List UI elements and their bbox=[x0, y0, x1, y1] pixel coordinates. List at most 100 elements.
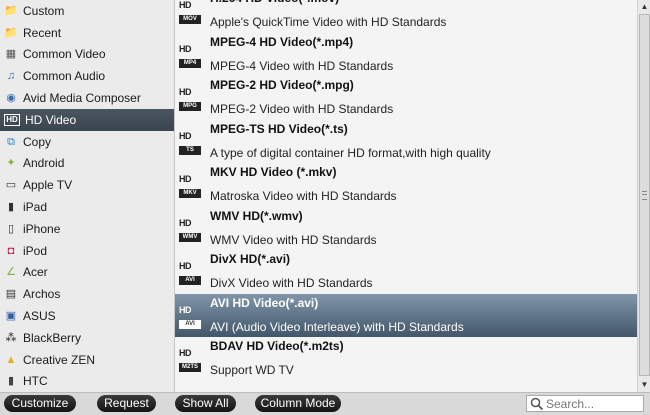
show-all-button[interactable]: Show All bbox=[175, 395, 236, 412]
htc-icon: ▮ bbox=[7, 375, 15, 388]
hd-badge-text: HD bbox=[179, 43, 192, 54]
acer-icon: ∠ bbox=[6, 266, 16, 279]
category-item[interactable]: ▲ Creative ZEN bbox=[0, 349, 174, 371]
category-label: Common Video bbox=[23, 47, 106, 62]
category-item[interactable]: ▣ ASUS bbox=[0, 305, 174, 327]
asus-icon: ▣ bbox=[5, 310, 17, 323]
category-label: HD Video bbox=[25, 112, 77, 127]
category-item[interactable]: ◘ iPod bbox=[0, 240, 174, 262]
music-note-icon: ♫ bbox=[6, 70, 16, 83]
hd-video-format-icon: HD WMV bbox=[179, 218, 201, 242]
format-item[interactable]: HD MPG MPEG-2 HD Video(*.mpg) MPEG-2 Video … bbox=[175, 76, 637, 120]
format-title: MPEG-4 HD Video(*.mp4) bbox=[210, 34, 354, 49]
category-item[interactable]: ∠ Acer bbox=[0, 262, 174, 284]
category-item[interactable]: ⧉ Copy bbox=[0, 131, 174, 153]
format-item[interactable]: HD AVI DivX HD(*.avi) DivX Video with HD St… bbox=[175, 250, 637, 294]
format-tag: MKV bbox=[179, 189, 201, 198]
category-item[interactable]: ⁂ BlackBerry bbox=[0, 327, 174, 349]
category-label: iPad bbox=[23, 200, 48, 215]
hd-video-format-icon: HD MOV bbox=[179, 0, 201, 24]
category-label: Android bbox=[23, 156, 65, 171]
category-sidebar: 📁 Custom 📁 Recent ▦ Common Video ♫ Common Audio… bbox=[0, 0, 175, 392]
ipod-icon: ◘ bbox=[7, 244, 15, 257]
scroll-up-arrow-icon[interactable]: ▲ bbox=[638, 0, 650, 13]
format-title: DivX HD(*.avi) bbox=[210, 252, 291, 266]
format-tag: AVI bbox=[179, 319, 201, 329]
format-tag: TS bbox=[179, 145, 201, 155]
category-item[interactable]: ♫ Common Audio bbox=[0, 65, 174, 87]
format-item[interactable]: HD AVI AVI HD Video(*.avi) AVI (Audio Video… bbox=[175, 293, 637, 337]
copy-icon: ⧉ bbox=[7, 135, 15, 148]
format-list: HD MOV H.264 HD Video(*.mov) Apple's QuickT… bbox=[175, 0, 637, 392]
format-title: MPEG-2 HD Video(*.mpg) bbox=[210, 78, 354, 92]
hd-badge-text: HD bbox=[179, 348, 192, 358]
request-button[interactable]: Request bbox=[97, 395, 156, 412]
hd-badge-text: HD bbox=[179, 0, 192, 10]
format-title: H.264 HD Video(*.mov) bbox=[210, 0, 339, 5]
format-title: MPEG-TS HD Video(*.ts) bbox=[210, 121, 348, 136]
hd-video-format-icon: HD AVI bbox=[179, 261, 201, 285]
category-item[interactable]: ▯ iPhone bbox=[0, 218, 174, 240]
format-item[interactable]: HD WMV WMV HD(*.wmv) WMV Video with HD Stan… bbox=[175, 207, 637, 251]
format-tag: AVI bbox=[179, 276, 201, 285]
format-item[interactable]: HD MKV MKV HD Video (*.mkv) Matroska Video … bbox=[175, 163, 637, 207]
scrollbar-grip-icon bbox=[642, 191, 647, 200]
format-tag: MOV bbox=[179, 15, 201, 24]
hd-video-format-icon: HD AVI bbox=[179, 305, 201, 329]
category-item[interactable]: 📁 Recent bbox=[0, 22, 174, 44]
hd-video-format-icon: HD MP4 bbox=[179, 44, 201, 68]
tv-icon: ▭ bbox=[5, 179, 17, 192]
phone-icon: ▯ bbox=[7, 222, 15, 235]
search-box[interactable] bbox=[526, 395, 644, 412]
format-description: Apple's QuickTime Video with HD Standard… bbox=[210, 15, 447, 29]
format-description: WMV Video with HD Standards bbox=[210, 232, 377, 247]
category-item[interactable]: ▦ Common Video bbox=[0, 44, 174, 66]
folder-icon: 📁 bbox=[4, 4, 18, 17]
search-input[interactable] bbox=[544, 396, 642, 411]
format-tag: MPG bbox=[179, 102, 201, 111]
format-item[interactable]: HD TS MPEG-TS HD Video(*.ts) A type of digi… bbox=[175, 120, 637, 164]
category-item[interactable]: ▮ HTC bbox=[0, 371, 174, 392]
category-item[interactable]: 📁 Custom bbox=[0, 0, 174, 22]
format-list-scrollbar[interactable]: ▲ ▼ bbox=[637, 0, 650, 392]
category-item[interactable]: ▮ iPad bbox=[0, 196, 174, 218]
zen-icon: ▲ bbox=[5, 353, 17, 366]
category-label: HTC bbox=[23, 374, 48, 389]
customize-button[interactable]: Customize bbox=[4, 395, 76, 412]
hd-badge-text: HD bbox=[179, 261, 192, 271]
format-description: MPEG-4 Video with HD Standards bbox=[210, 58, 394, 73]
category-item[interactable]: HD HD Video bbox=[0, 108, 174, 131]
category-item[interactable]: ✦ Android bbox=[0, 153, 174, 175]
hd-badge-text: HD bbox=[179, 174, 192, 184]
scrollbar-thumb[interactable] bbox=[639, 14, 650, 376]
android-icon: ✦ bbox=[6, 157, 16, 170]
column-mode-button[interactable]: Column Mode bbox=[255, 395, 341, 412]
format-item[interactable]: HD MOV H.264 HD Video(*.mov) Apple's QuickT… bbox=[175, 0, 637, 33]
format-title: MKV HD Video (*.mkv) bbox=[210, 165, 337, 179]
folder-icon: 📁 bbox=[4, 26, 18, 39]
hd-video-format-icon: HD MPG bbox=[179, 87, 201, 111]
format-title: BDAV HD Video(*.m2ts) bbox=[210, 339, 344, 353]
category-label: iPod bbox=[23, 243, 48, 258]
category-item[interactable]: ▤ Archos bbox=[0, 283, 174, 305]
category-label: ASUS bbox=[23, 309, 56, 324]
format-description: DivX Video with HD Standards bbox=[210, 276, 373, 290]
category-item[interactable]: ◉ Avid Media Composer bbox=[0, 87, 174, 109]
hd-video-format-icon: HD M2TS bbox=[179, 348, 201, 372]
bottom-toolbar: Customize Request Show All Column Mode bbox=[0, 392, 650, 415]
hd-video-format-icon: HD TS bbox=[179, 131, 201, 155]
format-description: AVI (Audio Video Interleave) with HD Sta… bbox=[210, 319, 464, 334]
category-item[interactable]: ▭ Apple TV bbox=[0, 174, 174, 196]
archos-icon: ▤ bbox=[5, 288, 17, 301]
format-item[interactable]: HD MP4 MPEG-4 HD Video(*.mp4) MPEG-4 Video … bbox=[175, 33, 637, 77]
format-description: A type of digital container HD format,wi… bbox=[210, 145, 491, 160]
format-item[interactable]: HD M2TS BDAV HD Video(*.m2ts) Support WD TV bbox=[175, 337, 637, 381]
format-tag: MP4 bbox=[179, 58, 201, 68]
format-title: AVI HD Video(*.avi) bbox=[210, 295, 319, 310]
hd-badge-text: HD bbox=[179, 217, 192, 228]
blackberry-icon: ⁂ bbox=[5, 331, 17, 344]
hd-badge-text: HD bbox=[179, 87, 192, 97]
hd-video-format-icon: HD MKV bbox=[179, 174, 201, 198]
category-label: Apple TV bbox=[23, 178, 73, 193]
scroll-down-arrow-icon[interactable]: ▼ bbox=[638, 378, 650, 391]
